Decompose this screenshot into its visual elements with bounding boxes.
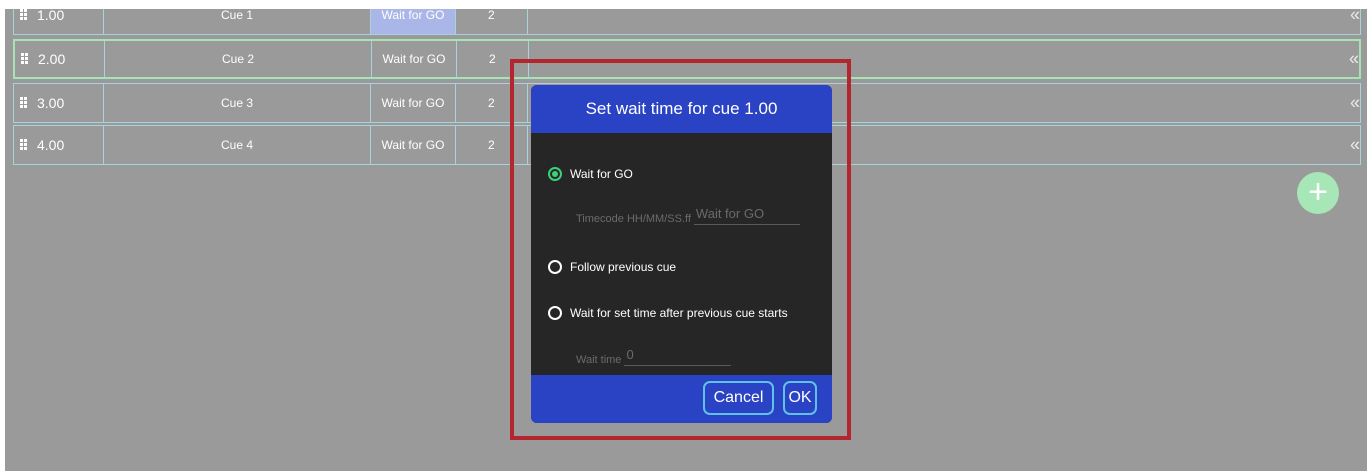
option-wait-set-time[interactable]: Wait for set time after previous cue sta… (548, 306, 788, 320)
wait-time-input[interactable]: 0 (624, 347, 732, 366)
cue-name[interactable]: Cue 3 (104, 84, 371, 122)
chevron-double-left-icon[interactable]: «‹ (1349, 49, 1359, 70)
cue-name[interactable]: Cue 2 (105, 41, 372, 77)
timecode-input[interactable]: Wait for GO (693, 206, 800, 225)
cue-number-cell: 4.00 (14, 126, 104, 164)
option-follow-previous[interactable]: Follow previous cue (548, 260, 676, 274)
cue-row-1[interactable]: 1.00 Cue 1 Wait for GO 2 «‹ (13, 9, 1361, 35)
plus-icon: + (1308, 173, 1328, 211)
drag-handle-icon[interactable] (20, 97, 29, 109)
drag-handle-icon[interactable] (21, 53, 30, 65)
cue-number-cell: 3.00 (14, 84, 104, 122)
option-label: Follow previous cue (570, 260, 677, 274)
option-label: Wait for set time after previous cue sta… (570, 306, 788, 320)
cue-wait-mode[interactable]: Wait for GO (371, 84, 456, 122)
cue-number-cell: 2.00 (15, 41, 105, 77)
cue-wait-mode[interactable]: Wait for GO (371, 9, 456, 34)
cue-wait-mode[interactable]: Wait for GO (371, 126, 456, 164)
cancel-button[interactable]: Cancel (703, 381, 774, 415)
drag-handle-icon[interactable] (20, 139, 29, 151)
timecode-field-row: Timecode HH/MM/SS.ff Wait for GO (576, 206, 800, 225)
cue-number: 3.00 (37, 95, 65, 111)
wait-time-field-row: Wait time 0 (576, 347, 732, 366)
cue-wait-mode[interactable]: Wait for GO (372, 41, 457, 77)
dialog-footer: Cancel OK (531, 375, 832, 423)
wait-time-dialog: Set wait time for cue 1.00 Wait for GO T… (531, 85, 832, 423)
drag-handle-icon[interactable] (20, 9, 29, 21)
ok-button[interactable]: OK (783, 381, 817, 415)
cue-number: 4.00 (37, 137, 65, 153)
chevron-double-left-icon[interactable]: «‹ (1350, 9, 1360, 26)
cue-number-cell: 1.00 (14, 9, 104, 34)
dialog-title: Set wait time for cue 1.00 (531, 85, 832, 133)
cue-number: 1.00 (37, 9, 65, 23)
cue-list-screen: 1.00 Cue 1 Wait for GO 2 «‹ 2.00 Cue 2 W… (5, 9, 1367, 471)
option-label: Wait for GO (570, 167, 633, 181)
cue-name[interactable]: Cue 1 (104, 9, 371, 34)
cue-name[interactable]: Cue 4 (104, 126, 371, 164)
timecode-label: Timecode HH/MM/SS.ff (576, 213, 691, 225)
wait-time-label: Wait time (576, 354, 622, 366)
radio-unselected-icon[interactable] (548, 306, 562, 320)
radio-selected-icon[interactable] (548, 167, 562, 181)
add-cue-button[interactable]: + (1297, 172, 1339, 214)
option-wait-for-go[interactable]: Wait for GO (548, 167, 633, 181)
radio-unselected-icon[interactable] (548, 260, 562, 274)
cue-number: 2.00 (38, 51, 66, 67)
cue-count: 2 (456, 9, 528, 34)
chevron-double-left-icon[interactable]: «‹ (1350, 93, 1360, 114)
chevron-double-left-icon[interactable]: «‹ (1350, 135, 1360, 156)
